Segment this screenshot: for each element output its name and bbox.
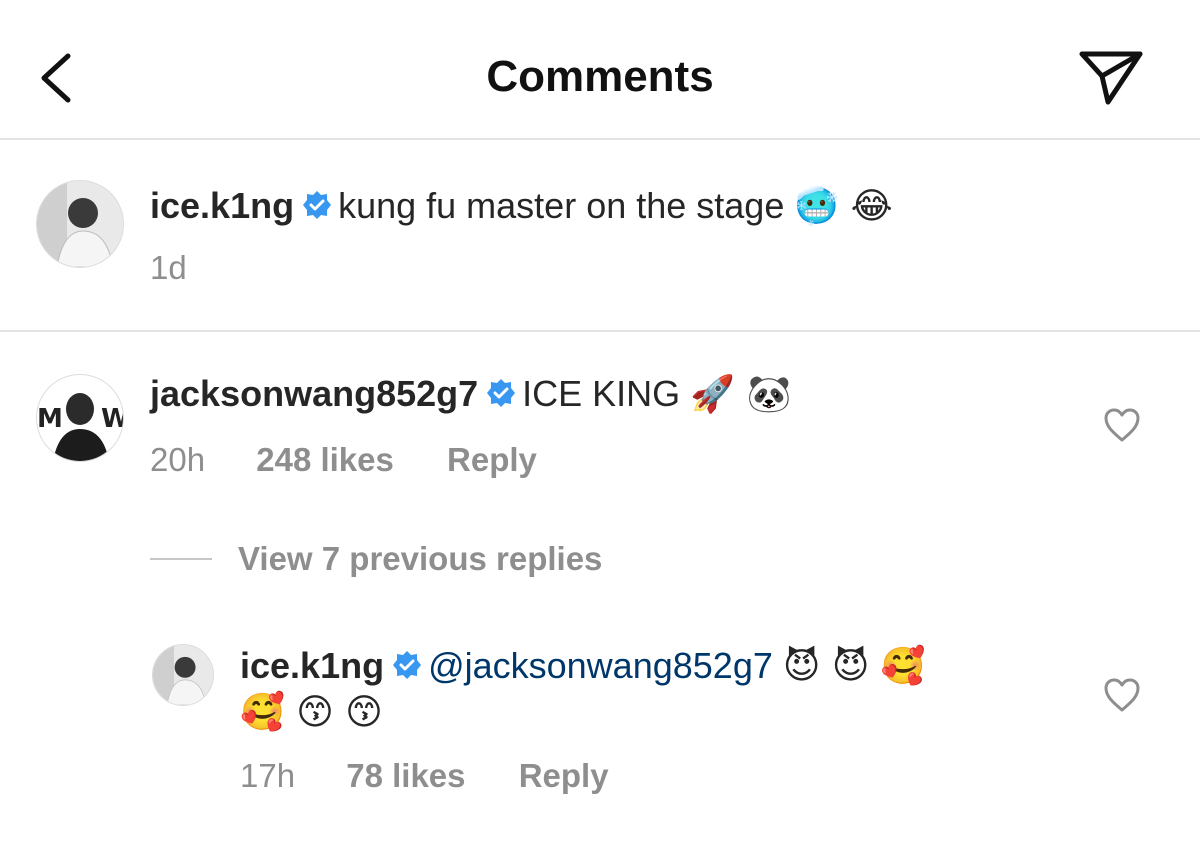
- comment-emojis: 🚀 🐼: [690, 374, 792, 415]
- reply-meta: 17h 78 likes Reply: [240, 756, 609, 796]
- view-replies-label: View 7 previous replies: [238, 540, 603, 577]
- avatar[interactable]: M W: [36, 374, 124, 462]
- comment-username[interactable]: jacksonwang852g7: [150, 373, 478, 414]
- view-previous-replies-button[interactable]: View 7 previous replies: [150, 540, 602, 584]
- caption-text: kung fu master on the stage: [338, 185, 785, 226]
- verified-badge-icon: [393, 651, 422, 680]
- caption-meta: 1d: [150, 248, 187, 288]
- svg-text:W: W: [101, 404, 123, 434]
- reply-button[interactable]: Reply: [447, 440, 537, 480]
- reply-emojis: 🥰 😙 😙: [240, 692, 383, 733]
- avatar[interactable]: [152, 644, 214, 706]
- svg-text:M: M: [37, 404, 63, 434]
- heart-icon: [1104, 678, 1140, 712]
- comment-timestamp: 20h: [150, 441, 206, 478]
- direct-send-icon: [1079, 51, 1143, 105]
- reply-mention-link[interactable]: @jacksonwang852g7: [428, 645, 773, 686]
- caption-timestamp: 1d: [150, 249, 187, 286]
- caption-username[interactable]: ice.k1ng: [150, 185, 294, 226]
- reply-emojis: 😈 😈 🥰: [782, 646, 926, 687]
- like-button[interactable]: [1102, 406, 1142, 449]
- reply-username[interactable]: ice.k1ng: [240, 645, 384, 686]
- like-button[interactable]: [1102, 676, 1142, 719]
- comment-likes[interactable]: 248 likes: [256, 440, 394, 480]
- profile-photo-icon: [153, 645, 213, 705]
- comment-meta: 20h 248 likes Reply: [150, 440, 537, 480]
- verified-badge-icon: [303, 191, 332, 220]
- reply-timestamp: 17h: [240, 757, 296, 794]
- profile-photo-icon: M W: [37, 375, 123, 461]
- reply-text-line-1: ice.k1ng @jacksonwang852g7 😈 😈 🥰: [240, 644, 926, 689]
- comment-text-line: jacksonwang852g7 ICE KING 🚀 🐼: [150, 372, 791, 417]
- profile-photo-icon: [37, 181, 123, 267]
- reply-text-line-2: 🥰 😙 😙: [240, 690, 383, 735]
- heart-icon: [1104, 408, 1140, 442]
- caption-emojis: 🥶 😂: [794, 186, 893, 227]
- reply-likes[interactable]: 78 likes: [346, 756, 465, 796]
- verified-badge-icon: [487, 379, 516, 408]
- share-button[interactable]: [1076, 46, 1146, 108]
- caption-text-line: ice.k1ng kung fu master on the stage 🥶 😂: [150, 184, 893, 229]
- divider: [150, 558, 212, 560]
- comments-header: Comments: [0, 0, 1200, 140]
- page-title: Comments: [486, 52, 714, 101]
- post-caption: ice.k1ng kung fu master on the stage 🥶 😂…: [0, 140, 1200, 332]
- avatar[interactable]: [36, 180, 124, 268]
- reply-button[interactable]: Reply: [519, 756, 609, 796]
- comment-text: ICE KING: [522, 373, 681, 414]
